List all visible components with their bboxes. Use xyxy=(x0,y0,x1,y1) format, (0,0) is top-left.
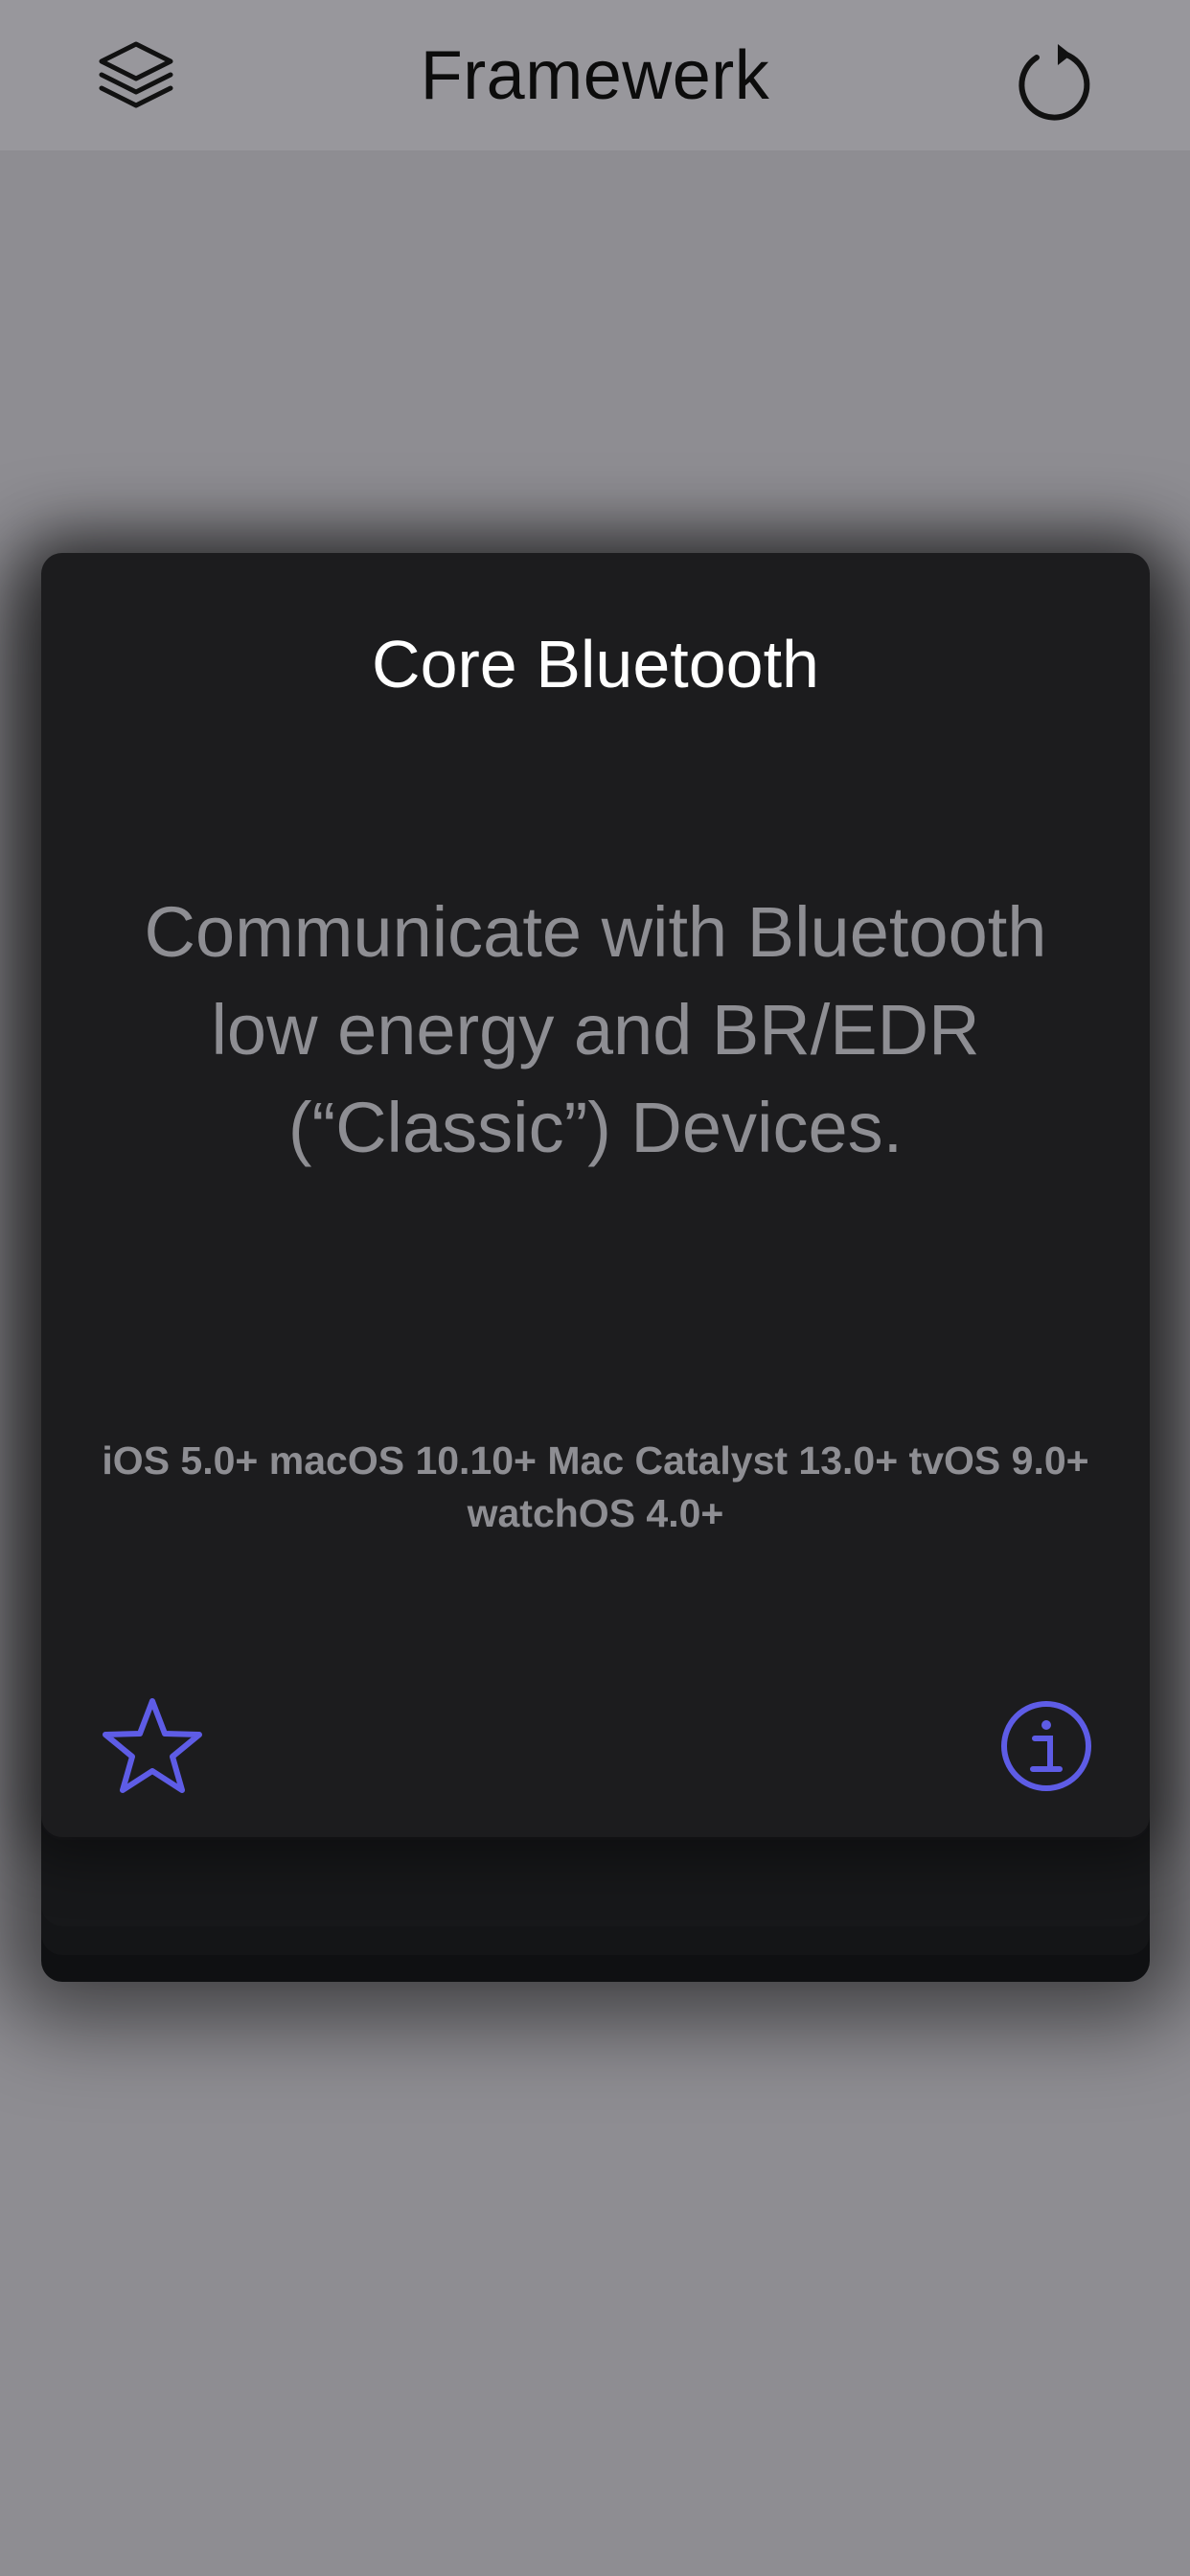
card-description: Communicate with Bluetooth low energy an… xyxy=(144,892,1047,1167)
card-title: Core Bluetooth xyxy=(372,627,819,702)
platform-availability: iOS 5.0+ macOS 10.10+ Mac Catalyst 13.0+… xyxy=(102,1438,1089,1535)
info-button[interactable] xyxy=(989,1689,1104,1804)
favorite-button[interactable] xyxy=(95,1689,210,1804)
navigation-bar: Framewerk xyxy=(0,0,1190,150)
star-icon xyxy=(103,1698,202,1793)
info-icon xyxy=(1001,1701,1091,1791)
refresh-button[interactable] xyxy=(1006,34,1102,130)
refresh-icon xyxy=(1018,44,1090,121)
framework-card[interactable]: Core Bluetooth Communicate with Bluetoot… xyxy=(41,553,1150,1837)
